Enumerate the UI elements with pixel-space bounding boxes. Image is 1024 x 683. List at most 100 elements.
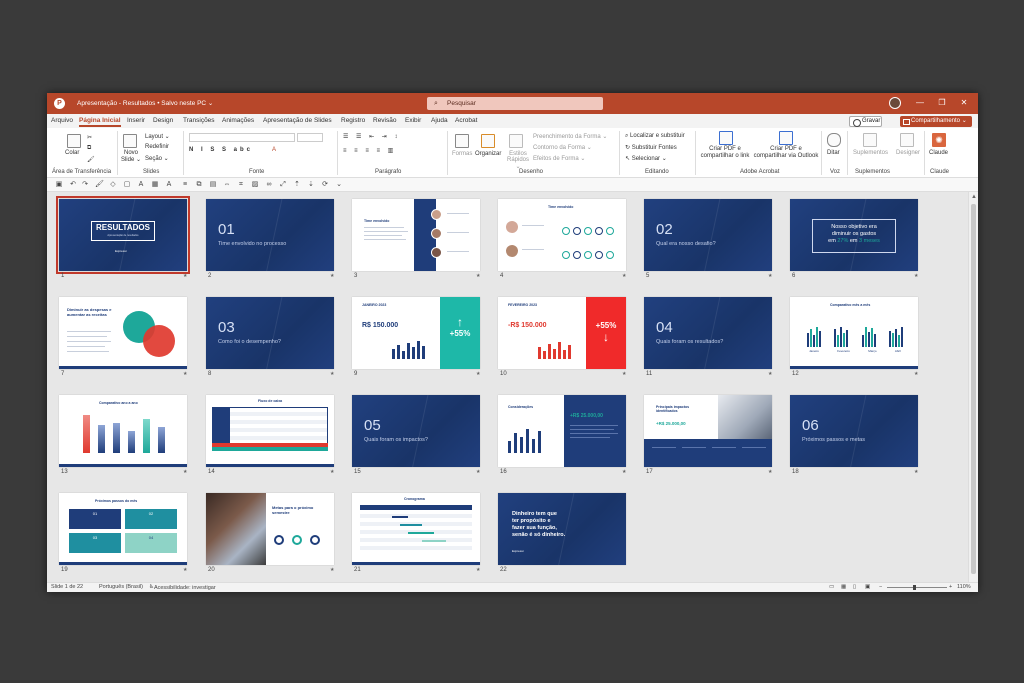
- tab-transicoes[interactable]: Transições: [183, 117, 215, 124]
- list-buttons[interactable]: ☰ ☰ ⇤ ⇥ ↕: [343, 133, 400, 140]
- share-button[interactable]: Compartilhamento ⌄: [900, 116, 972, 127]
- align-icon[interactable]: ≡: [181, 181, 189, 189]
- shape-fill-button[interactable]: Preenchimento da Forma ⌄: [533, 133, 607, 140]
- copy-icon[interactable]: ⧉: [87, 145, 91, 152]
- tab-revisao[interactable]: Revisão: [373, 117, 396, 124]
- font-family-select[interactable]: [189, 133, 295, 142]
- save-icon[interactable]: ▣: [55, 181, 63, 189]
- zoom-out-icon[interactable]: −: [879, 584, 882, 590]
- group-icon[interactable]: ▤: [209, 181, 217, 189]
- slide-thumbnail-21[interactable]: Cronograma: [352, 493, 480, 565]
- slide-thumbnail-3[interactable]: Time envolvido: [352, 199, 480, 271]
- cut-icon[interactable]: ✂: [87, 134, 92, 141]
- slide-thumbnail-12[interactable]: Comparativo mês a mês Janeiro Fevereiro Ma…: [790, 297, 918, 369]
- shapes-icon[interactable]: ◇: [109, 181, 117, 189]
- format-painter-icon[interactable]: 🖌: [87, 156, 95, 163]
- slide-thumbnail-2[interactable]: 01 Time envolvido no processo: [206, 199, 334, 271]
- zoom-in-icon[interactable]: +: [949, 584, 952, 590]
- zoom-level[interactable]: 110%: [957, 584, 971, 590]
- distribute-icon[interactable]: ⇔: [223, 181, 231, 189]
- slide-thumbnail-8[interactable]: 03 Como foi o desempenho?: [206, 297, 334, 369]
- slide-thumbnail-18[interactable]: 06 Próximos passos e metas: [790, 395, 918, 467]
- minimize-button[interactable]: —: [913, 97, 927, 109]
- tab-inserir[interactable]: Inserir: [127, 117, 145, 124]
- text-box-icon[interactable]: A: [137, 181, 145, 189]
- font-format-buttons[interactable]: N I S S abc: [189, 147, 253, 153]
- claude-icon[interactable]: ✺: [932, 133, 946, 147]
- slideshow-view-icon[interactable]: ▣: [865, 584, 870, 590]
- tab-apresentacao[interactable]: Apresentação de Slides: [263, 117, 332, 124]
- addins-icon[interactable]: [863, 133, 877, 147]
- slide-thumbnail-15[interactable]: 05 Quais foram os impactos?: [352, 395, 480, 467]
- search-box[interactable]: ⌕ Pesquisar: [427, 97, 603, 110]
- align-buttons[interactable]: ≡ ≡ ≡ ≡ ▥: [343, 147, 396, 154]
- picture-icon[interactable]: ▨: [251, 181, 259, 189]
- format-painter-icon[interactable]: 🖌: [95, 181, 104, 189]
- link-icon[interactable]: ∞: [265, 181, 273, 189]
- rotate-icon[interactable]: ⟳: [321, 181, 329, 189]
- scrollbar-thumb[interactable]: [971, 204, 976, 574]
- slide-thumbnail-5[interactable]: 02 Qual era nosso desafio?: [644, 199, 772, 271]
- tab-registro[interactable]: Registro: [341, 117, 365, 124]
- slide-thumbnail-19[interactable]: Próximos passos do mês 01 02 03 04: [59, 493, 187, 565]
- document-title[interactable]: Apresentação - Resultados • Salvo neste …: [77, 99, 213, 107]
- slide-thumbnail-11[interactable]: 04 Quais foram os resultados?: [644, 297, 772, 369]
- shape-fill-icon[interactable]: ▢: [123, 181, 131, 189]
- font-color-icon[interactable]: A: [272, 147, 276, 153]
- tab-animacoes[interactable]: Animações: [222, 117, 254, 124]
- slide-thumbnail-20[interactable]: Metas para o próximo semestre: [206, 493, 334, 565]
- redo-icon[interactable]: ↷: [81, 181, 89, 189]
- bring-forward-icon[interactable]: ⇡: [293, 181, 301, 189]
- quick-styles-icon[interactable]: [509, 134, 523, 148]
- slide-thumbnail-10[interactable]: FEVEREIRO 2023 -R$ 150.000 +55% ↓: [498, 297, 626, 369]
- tab-exibir[interactable]: Exibir: [405, 117, 421, 124]
- table-icon[interactable]: ▦: [151, 181, 159, 189]
- tab-pagina-inicial[interactable]: Página Inicial: [79, 117, 121, 127]
- tab-arquivo[interactable]: Arquivo: [51, 117, 73, 124]
- pdf-outlook-icon[interactable]: [779, 131, 793, 145]
- user-avatar[interactable]: [889, 97, 901, 109]
- size-icon[interactable]: ⤢: [279, 181, 287, 189]
- restore-button[interactable]: ❐: [935, 97, 949, 109]
- send-backward-icon[interactable]: ⇣: [307, 181, 315, 189]
- slide-thumbnail-6[interactable]: Nosso objetivo era diminuir os gastos em…: [790, 199, 918, 271]
- layout-button[interactable]: Layout ⌄: [145, 133, 170, 140]
- language-status[interactable]: Português (Brasil): [99, 584, 143, 590]
- vertical-scrollbar[interactable]: ▲: [968, 192, 978, 582]
- font-color-icon[interactable]: A: [165, 181, 173, 189]
- arrange-icon[interactable]: ⧉: [195, 181, 203, 189]
- zoom-slider[interactable]: [887, 587, 947, 588]
- slide-thumbnail-7[interactable]: Diminuir as despesas e aumentar as recei…: [59, 297, 187, 369]
- find-replace-button[interactable]: ⌕ Localizar e substituir: [625, 133, 685, 140]
- sorter-view-icon[interactable]: ▦: [841, 584, 846, 590]
- pdf-link-icon[interactable]: [719, 131, 733, 145]
- accessibility-status[interactable]: ♿ Acessibilidade: investigar: [149, 584, 216, 591]
- tab-ajuda[interactable]: Ajuda: [431, 117, 448, 124]
- new-slide-icon[interactable]: [123, 134, 137, 148]
- arrange-icon[interactable]: [481, 134, 495, 148]
- reading-view-icon[interactable]: ▯: [853, 584, 856, 590]
- scroll-up-icon[interactable]: ▲: [971, 194, 977, 200]
- shape-outline-button[interactable]: Contorno da Forma ⌄: [533, 144, 592, 151]
- paste-icon[interactable]: [67, 134, 81, 148]
- undo-icon[interactable]: ↶: [69, 181, 77, 189]
- shape-effects-button[interactable]: Efeitos de Forma ⌄: [533, 155, 585, 162]
- section-button[interactable]: Seção ⌄: [145, 155, 169, 162]
- font-size-select[interactable]: [297, 133, 323, 142]
- microphone-icon[interactable]: [827, 133, 841, 147]
- slide-thumbnail-1[interactable]: RESULTADOS Apresentação de resultados Exp…: [56, 196, 190, 274]
- zoom-slider-thumb[interactable]: [913, 585, 916, 590]
- record-button[interactable]: Gravar: [849, 116, 882, 127]
- normal-view-icon[interactable]: ▭: [829, 584, 834, 590]
- replace-fonts-button[interactable]: ↻ Substituir Fontes: [625, 144, 677, 151]
- crop-icon[interactable]: ⌗: [237, 181, 245, 189]
- reset-button[interactable]: Redefinir: [145, 144, 169, 150]
- slide-thumbnail-4[interactable]: Time envolvido: [498, 199, 626, 271]
- slide-thumbnail-9[interactable]: JANEIRO 2023 R$ 150.000 ↑ +55%: [352, 297, 480, 369]
- slide-thumbnail-22[interactable]: Dinheiro tem que ter propósito e fazer s…: [498, 493, 626, 565]
- tab-design[interactable]: Design: [153, 117, 173, 124]
- more-icon[interactable]: ⌄: [335, 181, 343, 189]
- slide-thumbnail-14[interactable]: Fluxo de caixa: [206, 395, 334, 467]
- select-button[interactable]: ↖ Selecionar ⌄: [625, 155, 667, 162]
- slide-thumbnail-13[interactable]: Comparativo ano a ano: [59, 395, 187, 467]
